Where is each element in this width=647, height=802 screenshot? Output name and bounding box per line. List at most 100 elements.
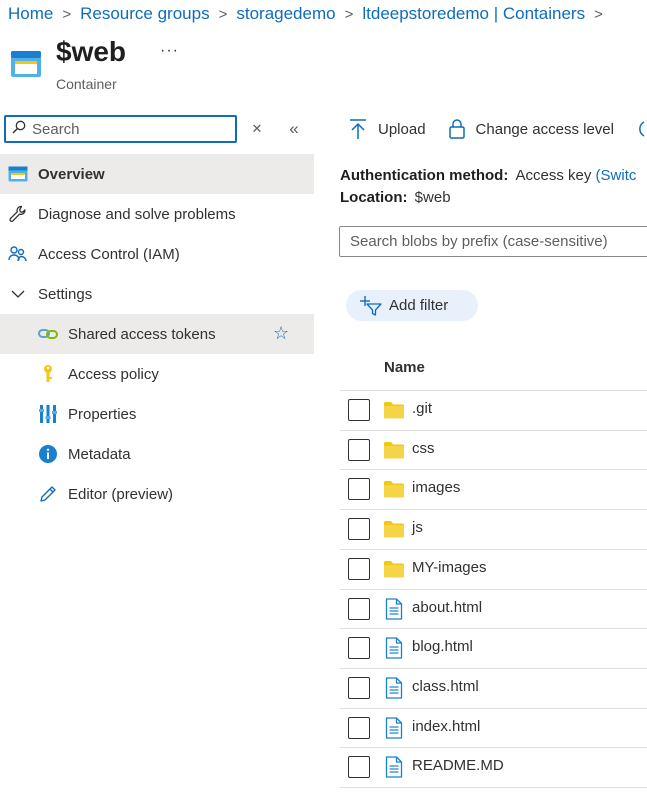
row-name[interactable]: index.html: [412, 718, 480, 735]
sidebar-item-access-policy[interactable]: Access policy: [0, 354, 314, 394]
breadcrumb-separator: >: [218, 5, 228, 23]
breadcrumb-separator: >: [62, 5, 72, 23]
sidebar-item-label: Access Control (IAM): [38, 245, 180, 263]
page-subtitle: Container: [56, 76, 117, 92]
file-icon: [383, 637, 405, 659]
breadcrumb: Home > Resource groups > storagedemo > l…: [8, 3, 612, 25]
breadcrumb-resource-groups[interactable]: Resource groups: [80, 4, 209, 24]
file-icon: [383, 756, 405, 778]
chevron-down-icon: [8, 284, 28, 304]
search-icon: [6, 120, 26, 138]
row-name[interactable]: about.html: [412, 599, 482, 616]
switch-auth-link[interactable]: (Switc: [596, 167, 637, 184]
row-checkbox[interactable]: [348, 399, 370, 421]
breadcrumb-separator: >: [344, 5, 354, 23]
row-checkbox[interactable]: [348, 716, 370, 739]
location-value: $web: [414, 189, 451, 206]
wrench-icon: [8, 204, 28, 224]
info-icon: [38, 444, 58, 464]
table-row[interactable]: blog.html: [340, 628, 647, 667]
table-row[interactable]: MY-images: [340, 549, 647, 588]
change-access-level-button[interactable]: Change access level: [448, 118, 614, 140]
folder-icon: [383, 399, 405, 421]
breadcrumb-containers[interactable]: ltdeepstoredemo | Containers: [362, 4, 585, 24]
row-name[interactable]: js: [412, 519, 423, 536]
link-icon: [38, 324, 58, 344]
table-row[interactable]: index.html: [340, 708, 647, 747]
sidebar-item-label: Overview: [38, 165, 105, 183]
sidebar-item-diagnose[interactable]: Diagnose and solve problems: [0, 194, 314, 234]
sidebar-item-properties[interactable]: Properties: [0, 394, 314, 434]
blob-prefix-search-input[interactable]: [339, 226, 647, 257]
change-access-level-label: Change access level: [475, 120, 614, 138]
container-icon: [10, 50, 42, 78]
file-icon: [383, 677, 405, 699]
clear-search-button[interactable]: ✕: [247, 119, 267, 139]
upload-button[interactable]: Upload: [348, 118, 426, 140]
row-checkbox[interactable]: [348, 438, 370, 461]
table-row[interactable]: js: [340, 509, 647, 548]
sidebar-item-editor[interactable]: Editor (preview): [0, 474, 314, 514]
page-title: $web: [56, 36, 127, 67]
refresh-icon: [632, 118, 646, 140]
sidebar-item-shared-access-tokens[interactable]: Shared access tokens ☆: [0, 314, 314, 354]
more-options-button[interactable]: ···: [160, 42, 179, 60]
refresh-button[interactable]: [632, 118, 646, 140]
add-filter-button[interactable]: Add filter: [346, 290, 478, 321]
row-checkbox[interactable]: [348, 518, 370, 541]
row-name[interactable]: .git: [412, 400, 432, 417]
properties-icon: [38, 404, 58, 424]
add-filter-icon: [346, 295, 389, 316]
close-icon: ✕: [251, 121, 263, 136]
sidebar-group-settings[interactable]: Settings: [0, 274, 314, 314]
file-icon: [383, 716, 405, 739]
breadcrumb-storagedemo[interactable]: storagedemo: [236, 4, 335, 24]
auth-method-label: Authentication method:: [340, 167, 509, 184]
auth-method-line: Authentication method: Access key (Switc: [340, 167, 636, 184]
table-row[interactable]: about.html: [340, 589, 647, 628]
table-row[interactable]: css: [340, 430, 647, 469]
row-checkbox[interactable]: [348, 676, 370, 699]
location-line: Location: $web: [340, 189, 451, 206]
row-checkbox[interactable]: [348, 637, 370, 660]
auth-method-value: Access key: [515, 167, 592, 184]
sidebar-item-label: Metadata: [68, 445, 131, 463]
container-icon: [8, 164, 28, 184]
sidebar-item-label: Diagnose and solve problems: [38, 205, 236, 223]
folder-icon: [383, 558, 405, 580]
sidebar-item-access-control[interactable]: Access Control (IAM): [0, 234, 314, 274]
row-name[interactable]: blog.html: [412, 638, 473, 655]
sidebar-item-label: Settings: [38, 285, 93, 303]
row-checkbox[interactable]: [348, 557, 370, 580]
upload-icon: [348, 118, 368, 140]
row-checkbox[interactable]: [348, 597, 370, 620]
row-checkbox[interactable]: [348, 756, 370, 779]
row-name[interactable]: css: [412, 440, 435, 457]
collapse-sidebar-button[interactable]: «: [284, 119, 304, 139]
row-checkbox[interactable]: [348, 478, 370, 501]
sidebar-search-input[interactable]: [32, 120, 222, 138]
table-row[interactable]: images: [340, 469, 647, 508]
add-filter-label: Add filter: [389, 297, 449, 314]
column-header-name[interactable]: Name: [384, 359, 425, 376]
divider: [340, 787, 647, 788]
sidebar-item-metadata[interactable]: Metadata: [0, 434, 314, 474]
sidebar-item-overview[interactable]: Overview: [0, 154, 314, 194]
sidebar-item-label: Properties: [68, 405, 137, 423]
table-row[interactable]: README.MD: [340, 747, 647, 786]
row-name[interactable]: class.html: [412, 678, 479, 695]
breadcrumb-separator: >: [594, 5, 603, 23]
table-row[interactable]: class.html: [340, 668, 647, 707]
table-row[interactable]: .git: [340, 390, 647, 429]
sidebar-search: [4, 115, 237, 143]
breadcrumb-home[interactable]: Home: [8, 4, 53, 24]
row-name[interactable]: images: [412, 479, 460, 496]
row-name[interactable]: MY-images: [412, 559, 486, 576]
people-icon: [8, 244, 28, 264]
sidebar-item-label: Access policy: [68, 365, 159, 383]
star-icon[interactable]: ☆: [273, 323, 289, 344]
row-name[interactable]: README.MD: [412, 757, 504, 774]
location-label: Location:: [340, 189, 408, 206]
key-icon: [38, 364, 58, 384]
folder-icon: [383, 478, 405, 500]
